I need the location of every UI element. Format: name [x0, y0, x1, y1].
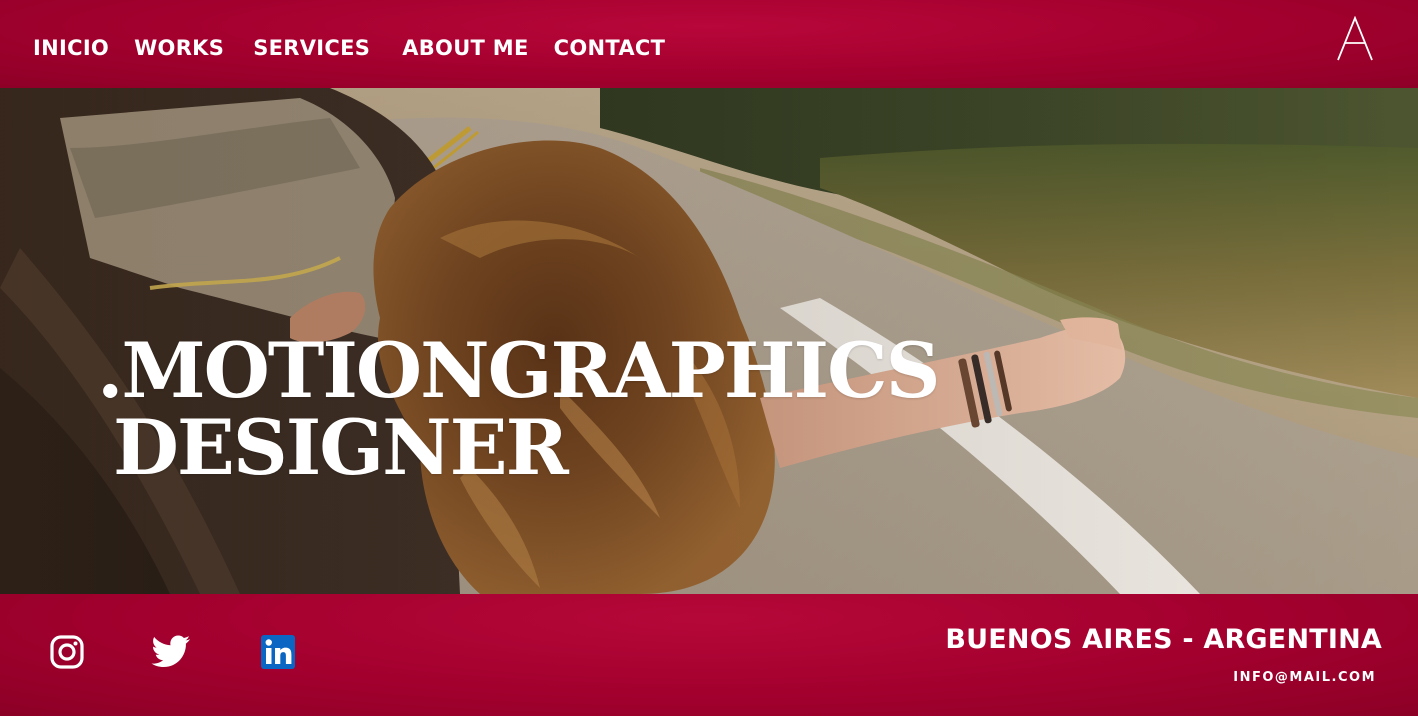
hero-headline: .MOTIONGRAPHICS DESIGNER [97, 326, 940, 492]
nav-link-contact[interactable]: CONTACT [554, 33, 666, 63]
nav-link-services[interactable]: SERVICES [253, 33, 370, 63]
hero-section: .MOTIONGRAPHICS DESIGNER [0, 88, 1418, 594]
nav-link-works[interactable]: WORKS [134, 33, 224, 63]
nav-link-about-me[interactable]: ABOUT ME [402, 33, 528, 63]
twitter-icon[interactable] [151, 635, 191, 669]
main-nav: INICIO WORKS SERVICES ABOUT ME CONTACT [33, 33, 665, 63]
headline-line-2: DESIGNER [113, 403, 569, 492]
linkedin-icon[interactable] [261, 635, 295, 669]
top-navigation-bar: INICIO WORKS SERVICES ABOUT ME CONTACT [0, 0, 1418, 88]
nav-link-inicio[interactable]: INICIO [33, 33, 109, 63]
letter-a-logo-icon[interactable] [1336, 16, 1374, 62]
email-link[interactable]: INFO@MAIL.COM [1233, 669, 1376, 687]
headline-line-1: .MOTIONGRAPHICS [97, 326, 940, 415]
instagram-icon[interactable] [50, 635, 84, 669]
location-text: BUENOS AIRES - ARGENTINA [945, 624, 1382, 655]
landing-page: INICIO WORKS SERVICES ABOUT ME CONTACT .… [0, 0, 1418, 716]
footer: BUENOS AIRES - ARGENTINA INFO@MAIL.COM [0, 594, 1418, 716]
